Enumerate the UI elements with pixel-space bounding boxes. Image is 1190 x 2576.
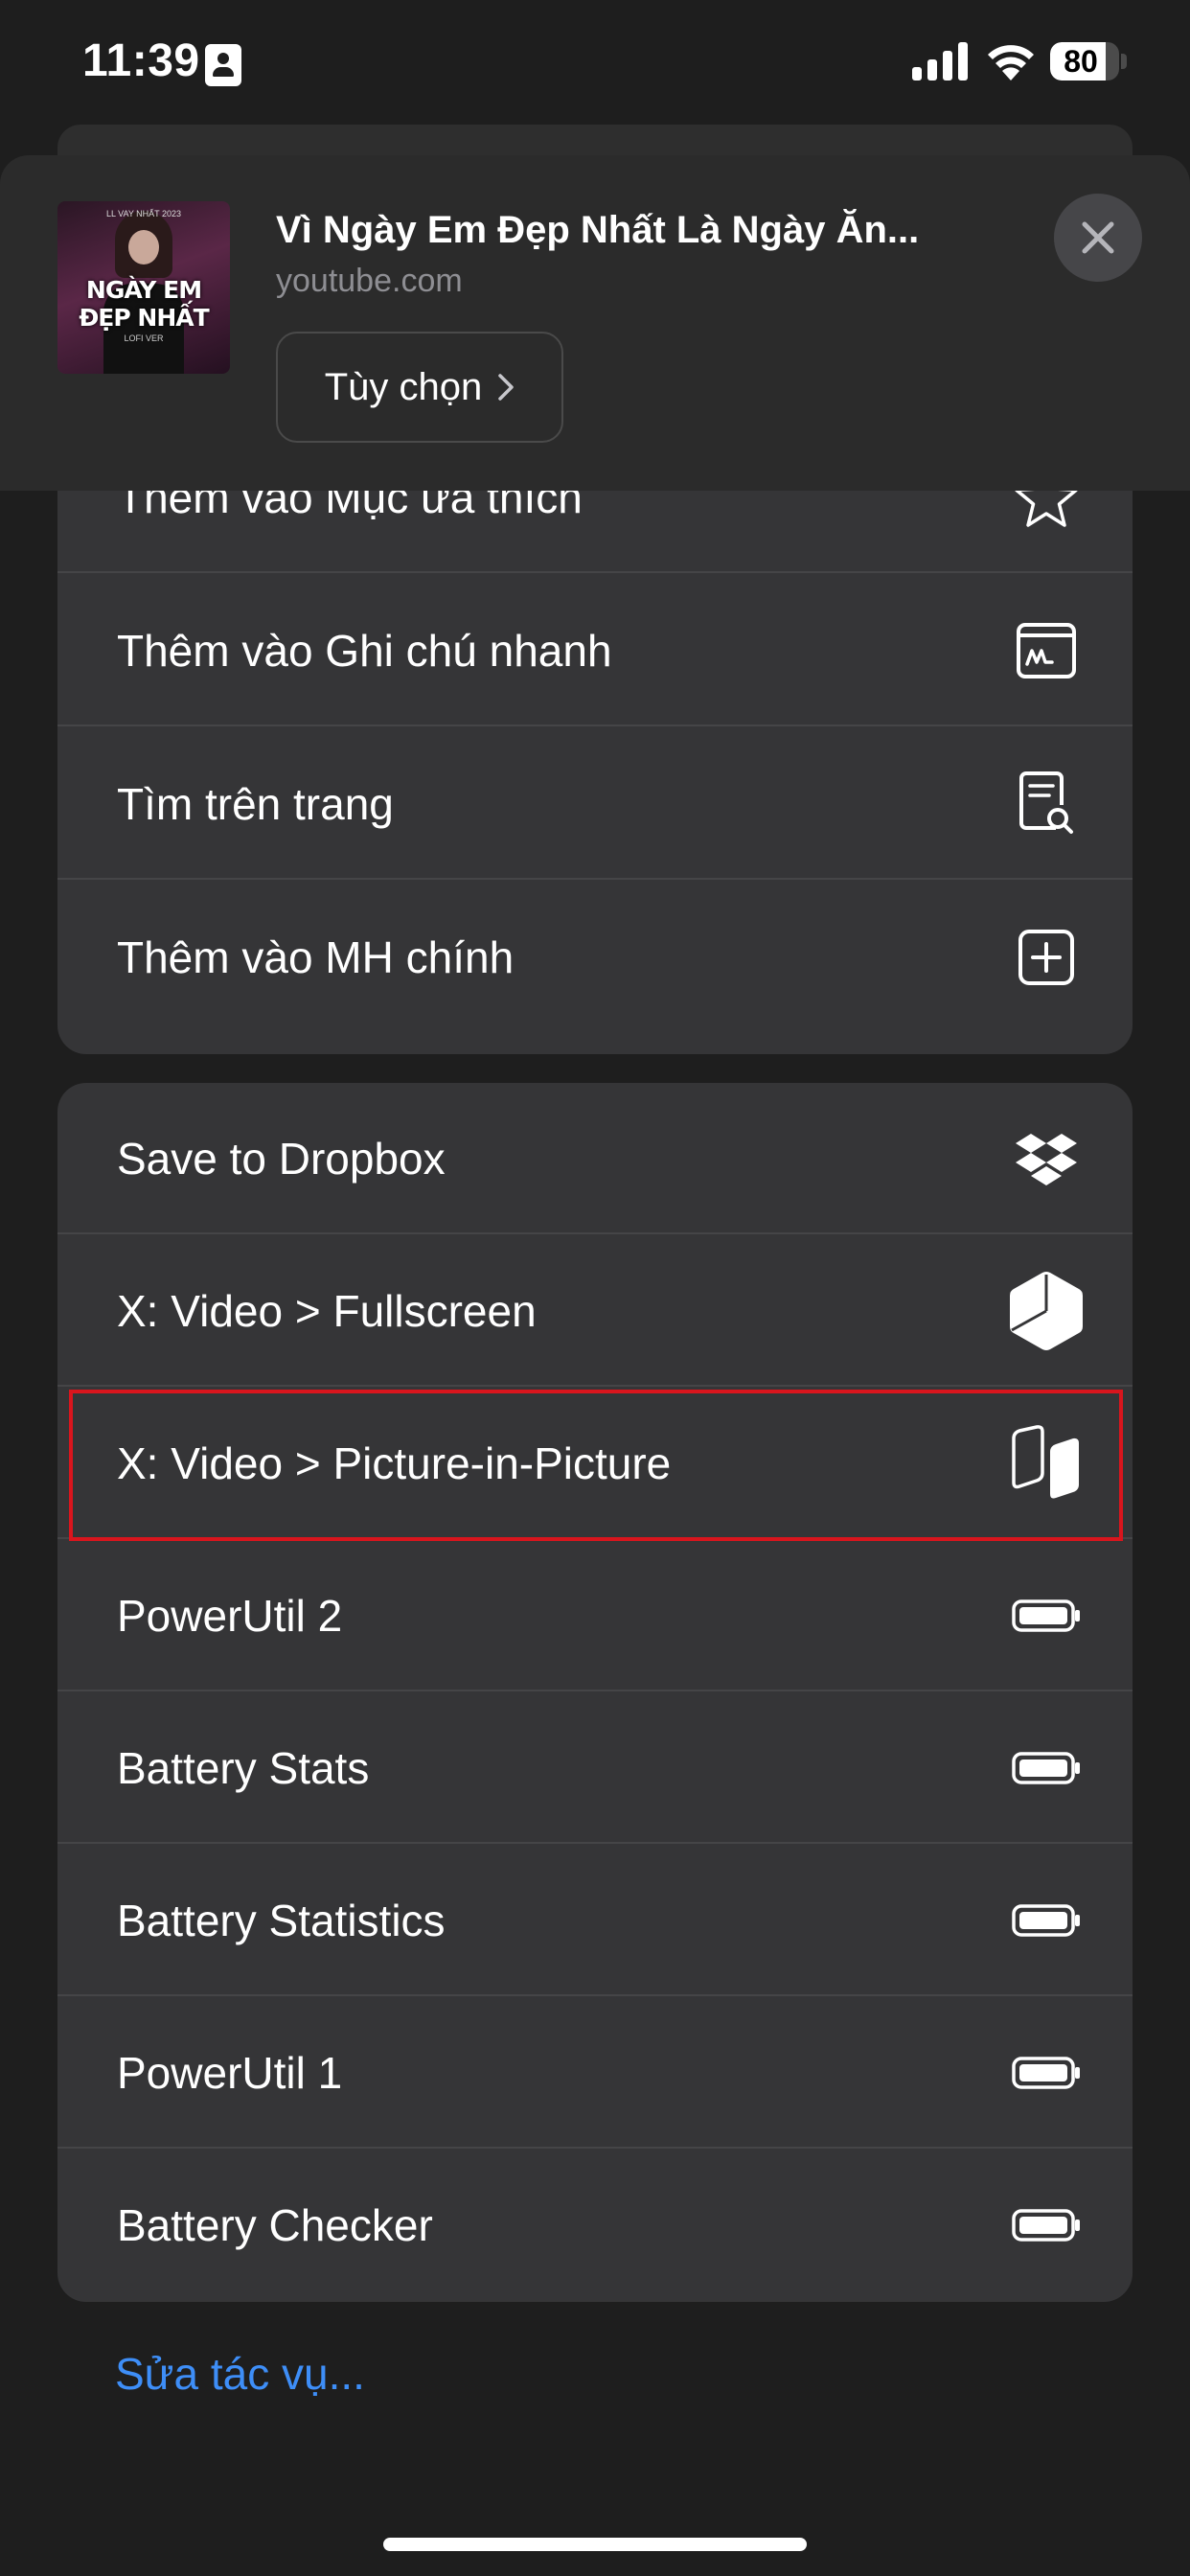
- menu-item-label: PowerUtil 2: [117, 1591, 343, 1641]
- share-sheet-screen: 11:39 80 LL VAY NHẤT 2023 NGÀY EM ĐẸP NH…: [0, 0, 1190, 2576]
- contact-card-icon: [205, 44, 241, 86]
- menu-item-powerutil-2[interactable]: PowerUtil 2: [57, 1540, 1133, 1691]
- menu-item-save-to-dropbox[interactable]: Save to Dropbox: [57, 1083, 1133, 1234]
- page-domain: youtube.com: [276, 263, 463, 299]
- status-bar: 11:39 80: [0, 0, 1190, 144]
- menu-item-battery-statistics[interactable]: Battery Statistics: [57, 1845, 1133, 1996]
- menu-item-add-home-screen[interactable]: Thêm vào MH chính: [57, 882, 1133, 1033]
- wifi-icon: [988, 45, 1034, 80]
- menu-group-shortcuts: Save to Dropbox X: Video > Fullscreen X:…: [57, 1083, 1133, 2302]
- edit-actions-link[interactable]: Sửa tác vụ...: [115, 2348, 365, 2400]
- quick-note-icon: [1008, 612, 1085, 689]
- status-time: 11:39: [82, 35, 200, 86]
- fullscreen-cube-icon: [1008, 1272, 1085, 1350]
- menu-item-find-on-page[interactable]: Tìm trên trang: [57, 728, 1133, 880]
- battery-icon: [1008, 1730, 1085, 1806]
- battery-level: 80: [1064, 44, 1098, 79]
- close-button[interactable]: [1054, 194, 1142, 282]
- menu-item-label: X: Video > Picture-in-Picture: [117, 1438, 672, 1488]
- battery-icon: 80: [1050, 42, 1127, 80]
- menu-item-label: PowerUtil 1: [117, 2048, 343, 2098]
- menu-item-label: Thêm vào MH chính: [117, 932, 515, 982]
- battery-icon: [1008, 2035, 1085, 2111]
- thumbnail-bottom-text: LOFI VER: [124, 334, 164, 343]
- thumbnail-main-text: NGÀY EM ĐẸP NHẤT: [79, 276, 209, 332]
- home-indicator[interactable]: [383, 2538, 807, 2551]
- menu-item-video-fullscreen[interactable]: X: Video > Fullscreen: [57, 1235, 1133, 1387]
- menu-item-label: Thêm vào Ghi chú nhanh: [117, 626, 612, 676]
- menu-item-battery-stats[interactable]: Battery Stats: [57, 1692, 1133, 1844]
- menu-item-label: Battery Checker: [117, 2200, 433, 2250]
- battery-icon: [1008, 2187, 1085, 2264]
- cellular-signal-icon: [912, 42, 968, 80]
- video-thumbnail: LL VAY NHẤT 2023 NGÀY EM ĐẸP NHẤT LOFI V…: [57, 201, 230, 374]
- share-header: LL VAY NHẤT 2023 NGÀY EM ĐẸP NHẤT LOFI V…: [0, 155, 1190, 491]
- menu-item-video-pip[interactable]: X: Video > Picture-in-Picture: [57, 1388, 1133, 1539]
- chevron-right-icon: [498, 374, 515, 401]
- battery-icon: [1008, 1577, 1085, 1654]
- page-title: Vì Ngày Em Đẹp Nhất Là Ngày Ăn...: [276, 209, 920, 251]
- menu-item-label: X: Video > Fullscreen: [117, 1286, 537, 1336]
- menu-item-label: Tìm trên trang: [117, 779, 394, 829]
- menu-item-label: Battery Statistics: [117, 1896, 446, 1945]
- menu-item-powerutil-1[interactable]: PowerUtil 1: [57, 1997, 1133, 2149]
- menu-item-battery-checker[interactable]: Battery Checker: [57, 2150, 1133, 2301]
- find-on-page-icon: [1008, 766, 1085, 842]
- thumbnail-top-text: LL VAY NHẤT 2023: [105, 209, 182, 218]
- options-button[interactable]: Tùy chọn: [276, 332, 563, 443]
- battery-icon: [1008, 1882, 1085, 1959]
- menu-item-label: Battery Stats: [117, 1743, 370, 1793]
- pip-shapes-icon: [1008, 1425, 1085, 1502]
- options-button-label: Tùy chọn: [324, 365, 483, 408]
- menu-group-safari-actions: Thêm vào Mục ưa thích Thêm vào Ghi chú n…: [57, 422, 1133, 1054]
- close-icon: [1082, 221, 1114, 254]
- menu-item-add-quick-note[interactable]: Thêm vào Ghi chú nhanh: [57, 575, 1133, 726]
- menu-item-label: Save to Dropbox: [117, 1134, 446, 1184]
- dropbox-icon: [1008, 1120, 1085, 1197]
- add-square-icon: [1008, 919, 1085, 996]
